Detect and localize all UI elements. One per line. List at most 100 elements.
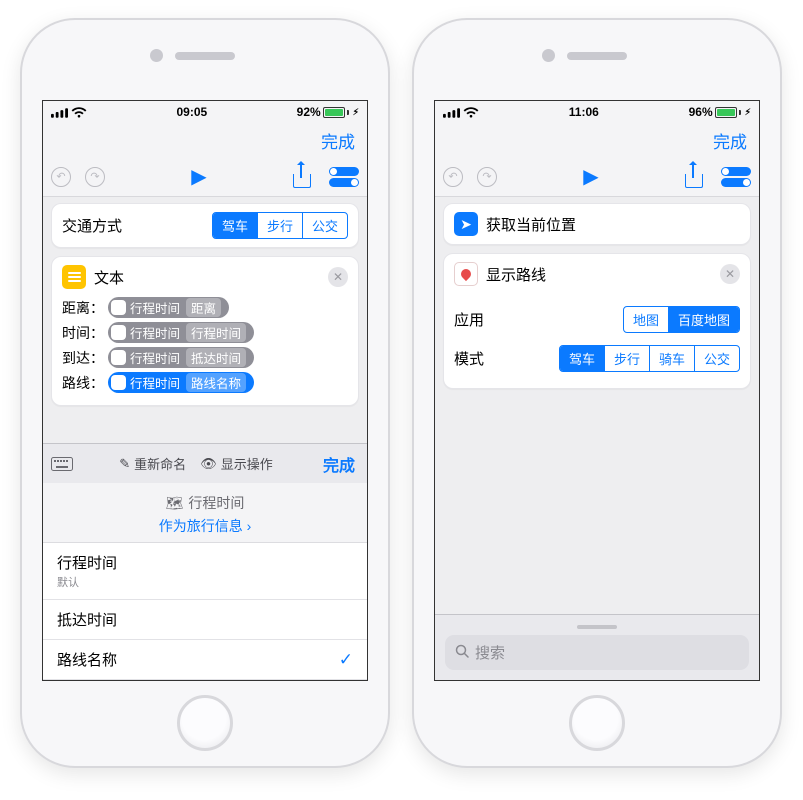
undo-button[interactable]: ↶ [443,167,463,187]
wifi-icon [71,107,87,118]
wifi-icon [463,107,479,118]
toolbar: ↶ ↷ ▶ [435,157,759,197]
drag-handle[interactable] [577,625,617,629]
action-search-panel: 搜索 [435,614,759,680]
show-actions-button[interactable]: 👁 显示操作 [200,454,273,473]
maps-icon: 🗺 [111,300,126,315]
bolt-icon: ⚡︎ [353,107,359,118]
cell-signal-icon [443,107,460,118]
done-button[interactable]: 完成 [713,128,747,153]
front-camera [150,49,163,62]
home-button[interactable] [569,695,625,751]
mode-seg[interactable]: 驾车 步行 骑车 公交 [559,345,740,372]
search-input[interactable]: 搜索 [445,635,749,670]
rename-button[interactable]: ✎ 重新命名 [119,454,186,473]
seg-walk[interactable]: 步行 [604,346,649,371]
search-placeholder: 搜索 [475,642,505,663]
transport-mode-card: 交通方式 驾车 步行 公交 [51,203,359,248]
variable-pill[interactable]: 🗺行程时间行程时间 [108,322,254,343]
status-time: 09:05 [176,105,207,119]
seg-bike[interactable]: 骑车 [649,346,694,371]
seg-baidu[interactable]: 百度地图 [668,307,739,332]
settings-toggle[interactable] [721,167,751,187]
kb-done-button[interactable]: 完成 [311,452,367,476]
location-arrow-icon: ➤ [454,212,478,236]
option-route-name[interactable]: 路线名称 ✓ [43,640,367,680]
keyboard-accessory: ✎ 重新命名 👁 显示操作 完成 [43,443,367,483]
maps-icon: 🗺 [111,375,126,390]
mode-label: 模式 [454,348,484,369]
seg-drive[interactable]: 驾车 [560,346,604,371]
cell-signal-icon [51,107,68,118]
text-row-route: 路线： 🗺行程时间路线名称 [62,370,348,395]
redo-button[interactable]: ↷ [477,167,497,187]
variable-pill[interactable]: 🗺行程时间距离 [108,297,229,318]
row-label: 时间： [62,323,104,343]
option-travel-time[interactable]: 行程时间默认 [43,543,367,600]
seg-transit[interactable]: 公交 [694,346,739,371]
screen-right: 11:06 96% ⚡︎ 完成 ↶ ↷ ▶ [434,100,760,681]
transport-label: 交通方式 [62,215,122,236]
variable-panel: 🗺行程时间 作为旅行信息 › 行程时间默认 抵达时间 路线名称 ✓ [43,483,367,680]
status-time: 11:06 [569,105,599,119]
delete-action-button[interactable]: ✕ [328,267,348,287]
row-label: 到达： [62,348,104,368]
seg-transit[interactable]: 公交 [302,213,347,238]
seg-drive[interactable]: 驾车 [213,213,257,238]
status-bar: 11:06 96% ⚡︎ [435,101,759,123]
play-button[interactable]: ▶ [583,164,598,189]
get-location-card[interactable]: ➤ 获取当前位置 [443,203,751,245]
battery-pct: 92% [297,105,321,119]
text-row-distance: 距离： 🗺行程时间距离 [62,295,348,320]
panel-link[interactable]: 作为旅行信息 › [43,516,367,536]
text-row-time: 时间： 🗺行程时间行程时间 [62,320,348,345]
variable-pill[interactable]: 🗺行程时间抵达时间 [108,347,254,368]
battery-pct: 96% [689,105,713,119]
keyboard-icon[interactable] [43,457,81,471]
speaker [567,52,627,60]
nav-bar: 完成 [435,123,759,157]
maps-icon: 🗺 [111,325,126,340]
seg-maps[interactable]: 地图 [624,307,668,332]
phone-frame-right: 11:06 96% ⚡︎ 完成 ↶ ↷ ▶ [412,18,782,768]
show-route-card: 显示路线 ✕ 应用 地图 百度地图 模式 驾车 [443,253,751,389]
text-action-card: 文本 ✕ 距离： 🗺行程时间距离 时间： 🗺行程时间行程时间 到达： [51,256,359,406]
share-button[interactable] [293,166,311,188]
bolt-icon: ⚡︎ [745,107,751,118]
nav-bar: 完成 [43,123,367,157]
map-pin-icon [454,262,478,286]
option-arrival-time[interactable]: 抵达时间 [43,600,367,640]
play-button[interactable]: ▶ [191,164,206,189]
text-body[interactable]: 距离： 🗺行程时间距离 时间： 🗺行程时间行程时间 到达： 🗺行程时间抵达时间 … [52,293,358,405]
battery-indicator: 92% ⚡︎ [297,105,359,119]
action-list: 交通方式 驾车 步行 公交 文本 ✕ [43,197,367,443]
get-location-title: 获取当前位置 [486,214,576,235]
delete-action-button[interactable]: ✕ [720,264,740,284]
app-label: 应用 [454,309,484,330]
text-action-icon [62,265,86,289]
maps-icon: 🗺 [111,350,126,365]
text-row-arrival: 到达： 🗺行程时间抵达时间 [62,345,348,370]
app-seg[interactable]: 地图 百度地图 [623,306,740,333]
toolbar: ↶ ↷ ▶ [43,157,367,197]
action-list: ➤ 获取当前位置 显示路线 ✕ 应用 地图 [435,197,759,680]
phone-frame-left: 09:05 92% ⚡︎ 完成 ↶ ↷ ▶ [20,18,390,768]
show-route-title: 显示路线 [486,264,546,285]
panel-source: 🗺行程时间 [166,493,245,513]
done-button[interactable]: 完成 [321,128,355,153]
row-label: 路线： [62,373,104,393]
seg-walk[interactable]: 步行 [257,213,302,238]
settings-toggle[interactable] [329,167,359,187]
redo-button[interactable]: ↷ [85,167,105,187]
transport-seg[interactable]: 驾车 步行 公交 [212,212,348,239]
screen-left: 09:05 92% ⚡︎ 完成 ↶ ↷ ▶ [42,100,368,681]
share-button[interactable] [685,166,703,188]
undo-button[interactable]: ↶ [51,167,71,187]
home-button[interactable] [177,695,233,751]
search-icon [455,644,469,662]
maps-icon: 🗺 [166,495,184,512]
checkmark-icon: ✓ [339,650,353,670]
variable-pill-selected[interactable]: 🗺行程时间路线名称 [108,372,254,393]
front-camera [542,49,555,62]
status-bar: 09:05 92% ⚡︎ [43,101,367,123]
